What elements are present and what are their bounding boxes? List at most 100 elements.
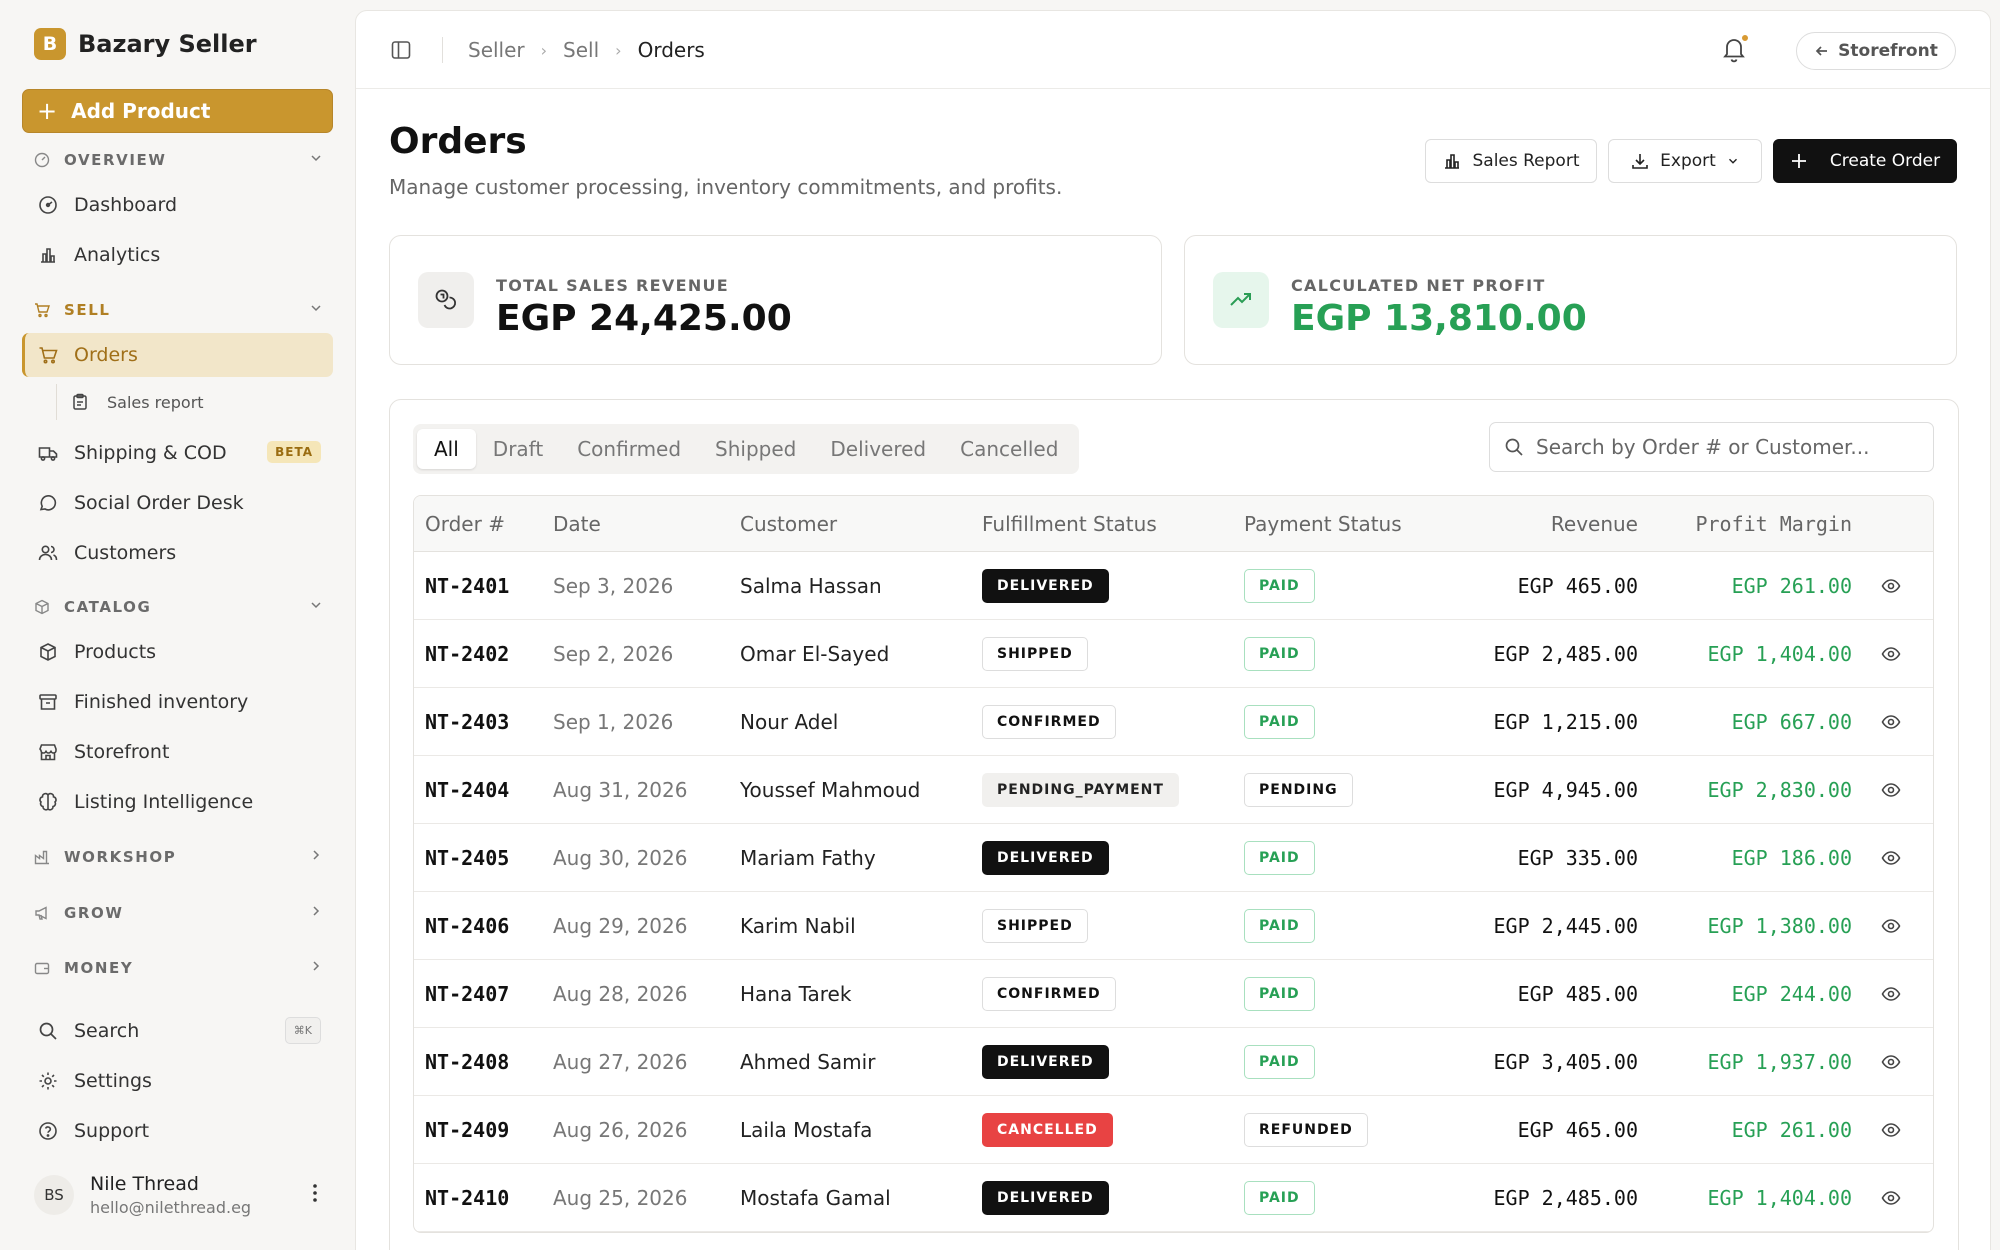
- table-row[interactable]: NT-2404 Aug 31, 2026 Youssef Mahmoud PENDIN…: [414, 756, 1933, 824]
- user-profile[interactable]: BS Nile Thread hello@nilethread.eg: [34, 1168, 324, 1222]
- table-row[interactable]: NT-2406 Aug 29, 2026 Karim Nabil SHIPPED PAI…: [414, 892, 1933, 960]
- eye-icon[interactable]: [1881, 1164, 1901, 1231]
- order-date: Aug 31, 2026: [553, 777, 688, 802]
- eye-icon[interactable]: [1881, 552, 1901, 619]
- eye-icon[interactable]: [1881, 1096, 1901, 1163]
- section-grow[interactable]: GROW: [34, 898, 324, 928]
- eye-icon[interactable]: [1881, 960, 1901, 1027]
- order-number[interactable]: NT-2404: [425, 756, 509, 823]
- section-workshop[interactable]: WORKSHOP: [34, 842, 324, 872]
- fulfillment-cell: CONFIRMED: [982, 688, 1116, 755]
- breadcrumb-seller[interactable]: Seller: [468, 38, 525, 62]
- header-date[interactable]: Date: [553, 496, 601, 551]
- table-row[interactable]: NT-2405 Aug 30, 2026 Mariam Fathy DELIVERED…: [414, 824, 1933, 892]
- search-input[interactable]: Search by Order # or Customer...: [1536, 435, 1869, 459]
- order-date: Aug 27, 2026: [553, 1049, 688, 1074]
- tab-all[interactable]: All: [417, 429, 476, 469]
- arrow-left-icon: [1814, 43, 1830, 59]
- eye-icon[interactable]: [1881, 620, 1901, 687]
- sidebar-item-support[interactable]: Support: [22, 1109, 333, 1153]
- order-number[interactable]: NT-2401: [425, 552, 509, 619]
- order-date: Aug 29, 2026: [553, 913, 688, 938]
- orders-table-card: All Draft Confirmed Shipped Delivered Cancell…: [389, 399, 1959, 1250]
- sidebar-item-products[interactable]: Products: [22, 630, 333, 674]
- eye-icon[interactable]: [1881, 824, 1901, 891]
- payment-cell: PAID: [1244, 892, 1315, 959]
- section-money[interactable]: MONEY: [34, 953, 324, 983]
- tab-shipped[interactable]: Shipped: [698, 429, 813, 469]
- add-product-label: Add Product: [71, 99, 211, 123]
- export-button[interactable]: Export: [1608, 139, 1762, 183]
- revenue-value: EGP 2,485.00: [1493, 641, 1639, 666]
- search-box[interactable]: Search by Order # or Customer...: [1489, 422, 1934, 472]
- table-row[interactable]: NT-2401 Sep 3, 2026 Salma Hassan DELIVERED P…: [414, 552, 1933, 620]
- order-number[interactable]: NT-2408: [425, 1028, 509, 1095]
- revenue-value: EGP 465.00: [1517, 573, 1638, 598]
- order-number[interactable]: NT-2403: [425, 688, 509, 755]
- sidebar-item-listing-intelligence[interactable]: Listing Intelligence: [22, 780, 333, 824]
- profit-value: EGP 1,380.00: [1707, 913, 1853, 938]
- sidebar-item-customers[interactable]: Customers: [22, 531, 333, 575]
- section-overview[interactable]: OVERVIEW: [34, 145, 324, 175]
- order-number[interactable]: NT-2409: [425, 1096, 509, 1163]
- eye-icon[interactable]: [1881, 1028, 1901, 1095]
- order-number[interactable]: NT-2406: [425, 892, 509, 959]
- create-order-button[interactable]: Create Order: [1773, 139, 1957, 183]
- revenue-value: EGP 1,215.00: [1493, 709, 1639, 734]
- more-vertical-icon[interactable]: [306, 1182, 324, 1208]
- section-overview-title: OVERVIEW: [64, 151, 167, 169]
- eye-icon[interactable]: [1881, 756, 1901, 823]
- sidebar-item-social-order-desk[interactable]: Social Order Desk: [22, 481, 333, 525]
- eye-icon[interactable]: [1881, 892, 1901, 959]
- sidebar-item-finished-inventory[interactable]: Finished inventory: [22, 680, 333, 724]
- table-row[interactable]: NT-2410 Aug 25, 2026 Mostafa Gamal DELIVERE…: [414, 1164, 1933, 1232]
- sidebar-item-dashboard[interactable]: Dashboard: [22, 183, 333, 227]
- breadcrumb-sell[interactable]: Sell: [563, 38, 599, 62]
- table-row[interactable]: NT-2403 Sep 1, 2026 Nour Adel CONFIRMED PAID…: [414, 688, 1933, 756]
- order-number[interactable]: NT-2410: [425, 1164, 509, 1231]
- tab-draft[interactable]: Draft: [476, 429, 560, 469]
- sidebar-item-orders[interactable]: Orders: [22, 333, 333, 377]
- sidebar-item-label: Search: [74, 1020, 140, 1042]
- header-fulfillment[interactable]: Fulfillment Status: [982, 496, 1157, 551]
- header-payment[interactable]: Payment Status: [1244, 496, 1402, 551]
- sidebar-toggle-icon[interactable]: [390, 39, 412, 65]
- header-revenue[interactable]: Revenue: [1551, 496, 1638, 551]
- storefront-button[interactable]: Storefront: [1796, 32, 1956, 70]
- sidebar-item-analytics[interactable]: Analytics: [22, 233, 333, 277]
- header-customer[interactable]: Customer: [740, 496, 837, 551]
- order-number[interactable]: NT-2407: [425, 960, 509, 1027]
- header-order[interactable]: Order #: [425, 496, 505, 551]
- tab-cancelled[interactable]: Cancelled: [943, 429, 1075, 469]
- sales-report-button[interactable]: Sales Report: [1425, 139, 1597, 183]
- sidebar-item-shipping[interactable]: Shipping & COD BETA: [22, 431, 333, 475]
- section-catalog[interactable]: CATALOG: [34, 592, 324, 622]
- table-row[interactable]: NT-2402 Sep 2, 2026 Omar El-Sayed SHIPPED PA…: [414, 620, 1933, 688]
- table-row[interactable]: NT-2407 Aug 28, 2026 Hana Tarek CONFIRMED PA…: [414, 960, 1933, 1028]
- truck-icon: [38, 442, 60, 464]
- revenue-value: EGP 2,445.00: [1493, 913, 1639, 938]
- export-label: Export: [1660, 151, 1716, 171]
- order-number[interactable]: NT-2402: [425, 620, 509, 687]
- order-date: Aug 30, 2026: [553, 845, 688, 870]
- table-row[interactable]: NT-2408 Aug 27, 2026 Ahmed Samir DELIVERED P…: [414, 1028, 1933, 1096]
- eye-icon[interactable]: [1881, 688, 1901, 755]
- profit-value: EGP 1,404.00: [1707, 641, 1853, 666]
- fulfillment-cell: CONFIRMED: [982, 960, 1116, 1027]
- tab-confirmed[interactable]: Confirmed: [560, 429, 698, 469]
- header-profit[interactable]: Profit Margin: [1695, 496, 1852, 551]
- add-product-button[interactable]: + Add Product: [22, 89, 333, 133]
- section-sell[interactable]: SELL: [34, 295, 324, 325]
- tab-delivered[interactable]: Delivered: [813, 429, 943, 469]
- sidebar-item-label: Listing Intelligence: [74, 791, 254, 813]
- sidebar-item-storefront[interactable]: Storefront: [22, 730, 333, 774]
- brand[interactable]: B Bazary Seller: [34, 28, 257, 60]
- fulfillment-badge: DELIVERED: [982, 1044, 1109, 1079]
- chevron-right-icon: ›: [615, 40, 622, 60]
- order-number[interactable]: NT-2405: [425, 824, 509, 891]
- payment-badge: REFUNDED: [1244, 1112, 1368, 1147]
- table-row[interactable]: NT-2409 Aug 26, 2026 Laila Mostafa CANCELLE…: [414, 1096, 1933, 1164]
- sidebar-item-search[interactable]: Search ⌘K: [22, 1009, 333, 1053]
- sidebar-item-sales-report[interactable]: Sales report: [56, 384, 333, 420]
- sidebar-item-settings[interactable]: Settings: [22, 1059, 333, 1103]
